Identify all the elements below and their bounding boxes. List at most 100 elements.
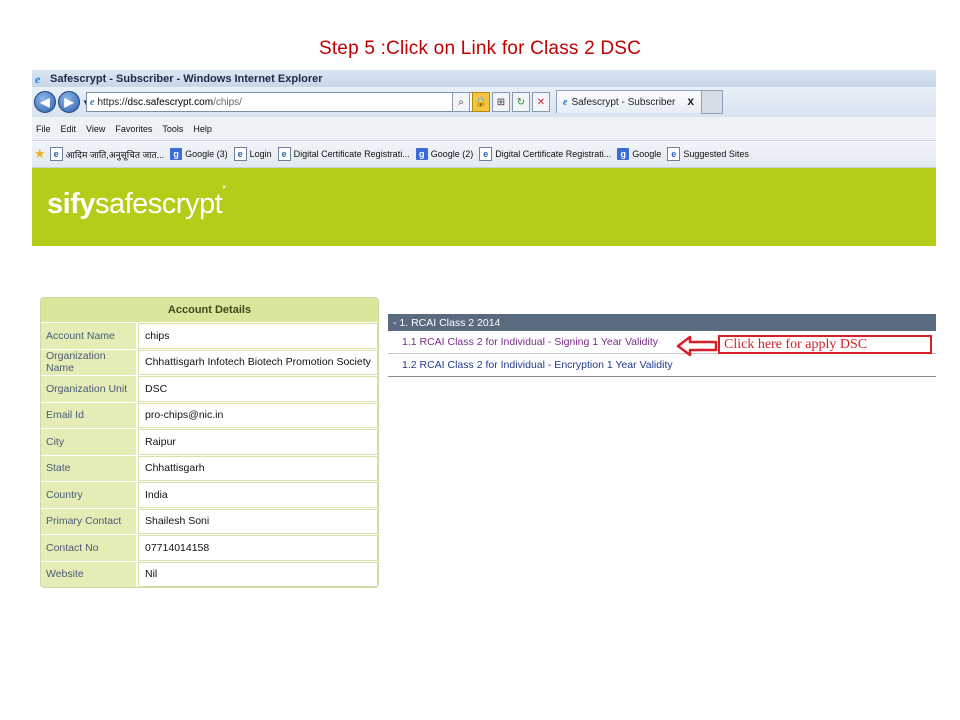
favorites-bar: ★ e आदिम जाति,अनुसूचित जात... g Google (3)… <box>32 141 936 168</box>
lock-icon[interactable]: 🔒 <box>472 92 490 112</box>
slide-title: Step 5 :Click on Link for Class 2 DSC <box>318 38 642 59</box>
account-field-label: Primary Contact <box>41 508 136 534</box>
account-field-label: Contact No <box>41 535 136 561</box>
window-titlebar: e Safescrypt - Subscriber - Windows Inte… <box>32 70 936 87</box>
url-scheme: https:// <box>97 96 128 108</box>
callout-text: Click here for apply DSC <box>724 336 868 352</box>
account-row: Email Id pro-chips@nic.in <box>41 401 378 428</box>
rcai-section-header[interactable]: - 1. RCAI Class 2 2014 <box>388 314 936 331</box>
google-icon: g <box>170 148 183 160</box>
favorite-label: Google (3) <box>185 149 228 159</box>
menu-file[interactable]: File <box>36 124 51 134</box>
site-banner: sifysafescrypt* <box>32 168 936 246</box>
page-icon: e <box>233 147 247 161</box>
page-icon: e <box>667 147 681 161</box>
logo-sify: sify <box>47 188 95 220</box>
address-row: ◀ ▶ ▼ e https:// dsc.safescrypt.com /chi… <box>32 87 936 117</box>
favorite-item[interactable]: g Google <box>617 148 661 160</box>
account-row: Website Nil <box>41 560 378 587</box>
account-field-value: Raipur <box>138 429 378 455</box>
account-field-value: pro-chips@nic.in <box>138 402 378 428</box>
account-field-label: City <box>41 429 136 455</box>
new-tab-button[interactable] <box>701 90 723 114</box>
forward-button[interactable]: ▶ <box>58 91 80 113</box>
ie-logo-icon: e <box>34 72 47 85</box>
favorite-item[interactable]: e Digital Certificate Registrati... <box>277 147 410 161</box>
favorite-label: Suggested Sites <box>683 149 749 159</box>
favorite-item[interactable]: e आदिम जाति,अनुसूचित जात... <box>49 147 165 161</box>
account-field-label: Country <box>41 482 136 508</box>
menu-bar: File Edit View Favorites Tools Help <box>32 117 936 141</box>
menu-edit[interactable]: Edit <box>61 124 77 134</box>
address-bar[interactable]: e https:// dsc.safescrypt.com /chips/ <box>86 92 478 112</box>
tab-ie-icon: e <box>563 96 568 108</box>
account-row: Contact No 07714014158 <box>41 534 378 561</box>
favorite-item[interactable]: e Suggested Sites <box>667 147 749 161</box>
encryption-validity-link[interactable]: 1.2 RCAI Class 2 for Individual - Encryp… <box>388 354 936 377</box>
account-field-label: Website <box>41 561 136 587</box>
account-field-value: India <box>138 482 378 508</box>
refresh-icon[interactable]: ↻ <box>512 92 530 112</box>
logo-trademark: * <box>222 184 226 195</box>
stop-icon[interactable]: ✕ <box>532 92 550 112</box>
favorite-label: Login <box>249 149 272 159</box>
account-field-label: Organization Name <box>41 349 136 375</box>
tab-close-icon[interactable]: x <box>687 94 694 108</box>
favorites-star-icon[interactable]: ★ <box>34 146 46 162</box>
menu-view[interactable]: View <box>86 124 105 134</box>
url-path: /chips/ <box>213 96 242 108</box>
menu-tools[interactable]: Tools <box>162 124 183 134</box>
account-row: Country India <box>41 481 378 508</box>
account-row: Primary Contact Shailesh Soni <box>41 507 378 534</box>
page-icon: e <box>479 147 493 161</box>
compat-view-icon[interactable]: ⊞ <box>492 92 510 112</box>
google-icon: g <box>415 148 428 160</box>
address-icons: ⌕ 🔒 ⊞ ↻ ✕ <box>452 92 550 112</box>
account-row: City Raipur <box>41 428 378 455</box>
browser-tab[interactable]: e Safescrypt - Subscriber x <box>556 90 703 113</box>
account-field-label: State <box>41 455 136 481</box>
back-button[interactable]: ◀ <box>34 91 56 113</box>
favorite-label: Digital Certificate Registrati... <box>495 149 612 159</box>
account-row: Organization Unit DSC <box>41 375 378 402</box>
callout-arrow-icon <box>676 335 718 357</box>
menu-favorites[interactable]: Favorites <box>115 124 152 134</box>
favorite-label: आदिम जाति,अनुसूचित जात... <box>65 149 165 160</box>
favorite-item[interactable]: g Google (3) <box>170 148 228 160</box>
search-icon[interactable]: ⌕ <box>452 92 470 112</box>
page-icon: e <box>49 147 63 161</box>
account-field-value: Shailesh Soni <box>138 508 378 534</box>
account-field-value: Chhattisgarh <box>138 455 378 481</box>
favorite-item[interactable]: g Google (2) <box>415 148 474 160</box>
browser-window: e Safescrypt - Subscriber - Windows Inte… <box>32 70 936 247</box>
callout-box: Click here for apply DSC <box>718 335 932 354</box>
account-field-value: Nil <box>138 561 378 587</box>
favorite-label: Google (2) <box>430 149 474 159</box>
url-host: dsc.safescrypt.com <box>127 96 214 108</box>
account-row: State Chhattisgarh <box>41 454 378 481</box>
favorite-label: Digital Certificate Registrati... <box>293 149 410 159</box>
account-field-label: Account Name <box>41 323 136 349</box>
google-icon: g <box>617 148 630 160</box>
favorite-item[interactable]: e Digital Certificate Registrati... <box>479 147 611 161</box>
page-icon: e <box>277 147 291 161</box>
sify-safescrypt-logo[interactable]: sifysafescrypt* <box>47 184 226 221</box>
account-row: Organization Name Chhattisgarh Infotech B… <box>41 348 378 375</box>
account-field-value: Chhattisgarh Infotech Biotech Promotion … <box>138 349 378 375</box>
account-row: Account Name chips <box>41 322 378 349</box>
account-field-label: Email Id <box>41 402 136 428</box>
tab-title: Safescrypt - Subscriber <box>571 96 676 108</box>
svg-text:e: e <box>35 72 41 85</box>
back-arrow-icon: ◀ <box>40 95 50 109</box>
favorite-item[interactable]: e Login <box>233 147 272 161</box>
page-icon: e <box>90 96 95 108</box>
forward-arrow-icon: ▶ <box>64 95 74 109</box>
account-details-panel: Account Details Account Name chips Organiz… <box>40 297 379 588</box>
account-field-value: DSC <box>138 376 378 402</box>
window-title: Safescrypt - Subscriber - Windows Intern… <box>50 72 323 85</box>
account-details-heading: Account Details <box>41 298 378 322</box>
menu-help[interactable]: Help <box>193 124 212 134</box>
account-field-value: 07714014158 <box>138 535 378 561</box>
favorite-label: Google <box>632 149 662 159</box>
account-field-value: chips <box>138 323 378 349</box>
